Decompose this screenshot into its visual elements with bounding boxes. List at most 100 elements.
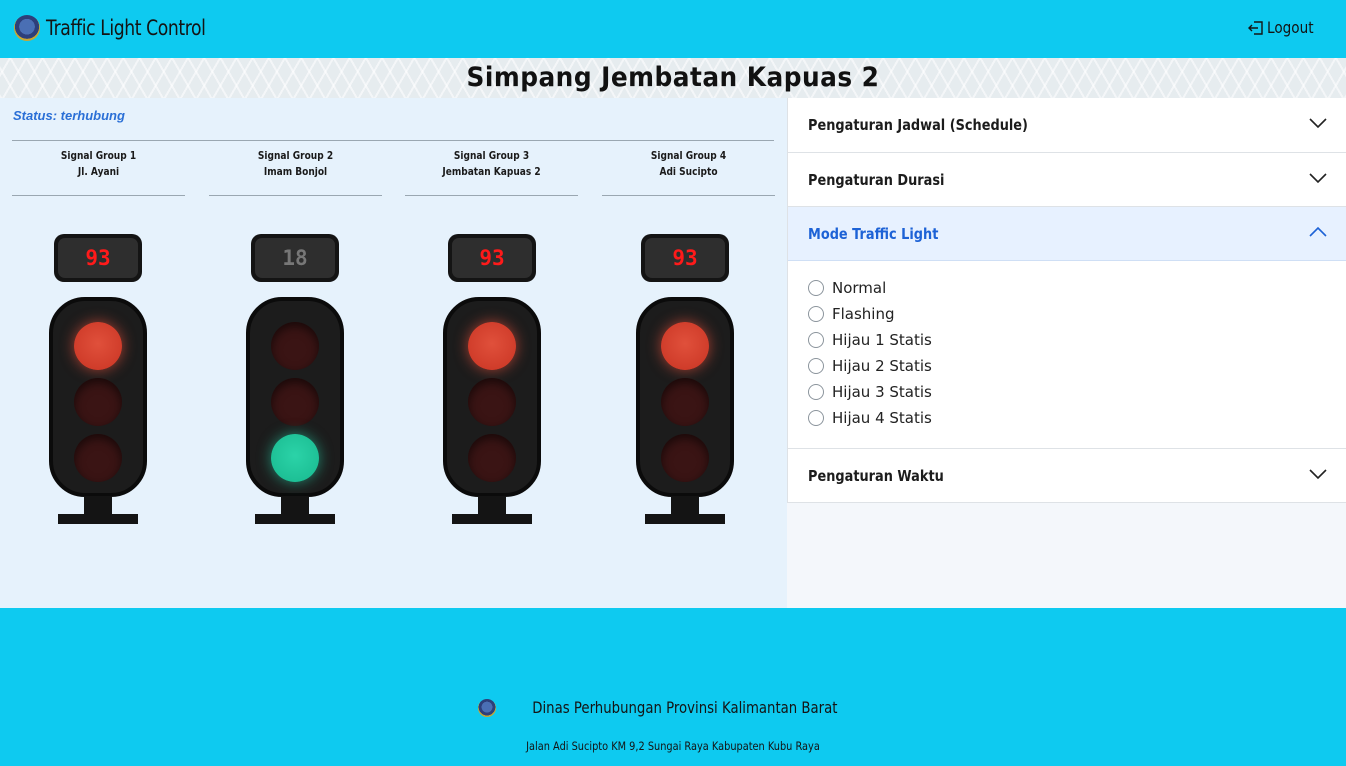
signal-panel: Status: terhubung Signal Group 1 Jl. Aya… [0,98,787,608]
countdown-display: 18 [251,234,339,282]
radio-button[interactable] [808,384,824,400]
radio-button[interactable] [808,358,824,374]
logout-label: Logout [1267,18,1314,37]
traffic-light-icon [49,297,147,497]
countdown-value: 93 [452,238,532,278]
traffic-light-icon [443,297,541,497]
radio-button[interactable] [808,410,824,426]
organization-address: Jalan Adi Sucipto KM 9,2 Sungai Raya Kab… [526,739,820,753]
accordion-time: Pengaturan Waktu [787,449,1346,503]
settings-accordion: Pengaturan Jadwal (Schedule) Pengaturan … [787,98,1346,608]
page-title: Simpang Jembatan Kapuas 2 [466,62,880,93]
accordion-title: Pengaturan Durasi [808,171,945,189]
green-lamp [661,434,709,482]
countdown-display: 93 [448,234,536,282]
accordion-header-time[interactable]: Pengaturan Waktu [788,449,1346,503]
traffic-light-base [255,514,335,524]
chevron-down-icon [1309,469,1327,480]
signal-group-name: Signal Group 2 [257,150,334,162]
yellow-lamp [74,378,122,426]
footer-organization: Dinas Perhubungan Provinsi Kalimantan Ba… [0,698,1346,717]
traffic-light-icon [636,297,734,497]
radio-label: Hijau 3 Statis [832,383,932,401]
traffic-light-icon [246,297,344,497]
divider [405,195,578,196]
traffic-light-base [58,514,138,524]
green-lamp [74,434,122,482]
traffic-light-pole [671,496,699,516]
traffic-light-pole [281,496,309,516]
chevron-down-icon [1309,118,1327,129]
radio-button[interactable] [808,332,824,348]
dishub-logo-icon [477,698,496,717]
divider [209,195,382,196]
countdown-display: 93 [641,234,729,282]
radio-button[interactable] [808,306,824,322]
accordion-title: Pengaturan Jadwal (Schedule) [808,116,1028,134]
countdown-value: 18 [255,238,335,278]
signal-group-name: Signal Group 4 [650,150,727,162]
divider [12,140,774,141]
signal-group-name: Signal Group 3 [453,150,530,162]
logout-button[interactable]: Logout [1247,18,1322,37]
accordion-header-mode[interactable]: Mode Traffic Light [788,207,1346,261]
connection-status: Status: terhubung [13,108,125,123]
countdown-value: 93 [58,238,138,278]
accordion-mode: Mode Traffic Light Normal Flashing Hijau… [787,207,1346,449]
signal-group-street: Adi Sucipto [659,166,718,178]
signal-group-street: Jl. Ayani [77,166,120,178]
traffic-light-pole [84,496,112,516]
chevron-up-icon [1309,226,1327,237]
chevron-down-icon [1309,173,1327,184]
radio-label: Normal [832,279,887,297]
accordion-duration: Pengaturan Durasi [787,153,1346,207]
signal-group-3: Signal Group 3 Jembatan Kapuas 2 [405,148,578,196]
red-lamp [661,322,709,370]
accordion-header-duration[interactable]: Pengaturan Durasi [788,153,1346,207]
signal-group-name: Signal Group 1 [60,150,137,162]
top-navbar: Traffic Light Control Logout [0,0,1346,58]
signal-group-street: Imam Bonjol [263,166,328,178]
app-title: Traffic Light Control [46,16,206,40]
mode-option-hijau-4[interactable]: Hijau 4 Statis [808,407,932,429]
mode-option-hijau-1[interactable]: Hijau 1 Statis [808,329,932,351]
red-lamp [468,322,516,370]
accordion-title: Pengaturan Waktu [808,467,944,485]
red-lamp [74,322,122,370]
logout-arrow-icon [1248,20,1263,35]
mode-option-normal[interactable]: Normal [808,277,886,299]
signal-group-4: Signal Group 4 Adi Sucipto [602,148,775,196]
traffic-light-base [645,514,725,524]
radio-label: Hijau 1 Statis [832,331,932,349]
mode-option-hijau-3[interactable]: Hijau 3 Statis [808,381,932,403]
dishub-logo-icon [14,15,40,41]
radio-label: Hijau 4 Statis [832,409,932,427]
traffic-light-pole [478,496,506,516]
divider [12,195,185,196]
accordion-schedule: Pengaturan Jadwal (Schedule) [787,98,1346,153]
mode-option-hijau-2[interactable]: Hijau 2 Statis [808,355,932,377]
organization-name: Dinas Perhubungan Provinsi Kalimantan Ba… [531,698,838,717]
title-band: Simpang Jembatan Kapuas 2 [0,58,1346,98]
countdown-display: 93 [54,234,142,282]
green-lamp [271,434,319,482]
signal-group-2: Signal Group 2 Imam Bonjol [209,148,382,196]
accordion-title: Mode Traffic Light [808,225,939,243]
countdown-value: 93 [645,238,725,278]
mode-option-flashing[interactable]: Flashing [808,303,895,325]
yellow-lamp [468,378,516,426]
traffic-light-base [452,514,532,524]
yellow-lamp [661,378,709,426]
red-lamp [271,322,319,370]
signal-group-street: Jembatan Kapuas 2 [442,166,541,178]
signal-group-1: Signal Group 1 Jl. Ayani [12,148,185,196]
brand[interactable]: Traffic Light Control [14,12,241,44]
green-lamp [468,434,516,482]
accordion-header-schedule[interactable]: Pengaturan Jadwal (Schedule) [788,98,1346,152]
divider [602,195,775,196]
radio-button[interactable] [808,280,824,296]
radio-label: Hijau 2 Statis [832,357,932,375]
footer: Dinas Perhubungan Provinsi Kalimantan Ba… [0,608,1346,766]
yellow-lamp [271,378,319,426]
radio-label: Flashing [832,305,895,323]
